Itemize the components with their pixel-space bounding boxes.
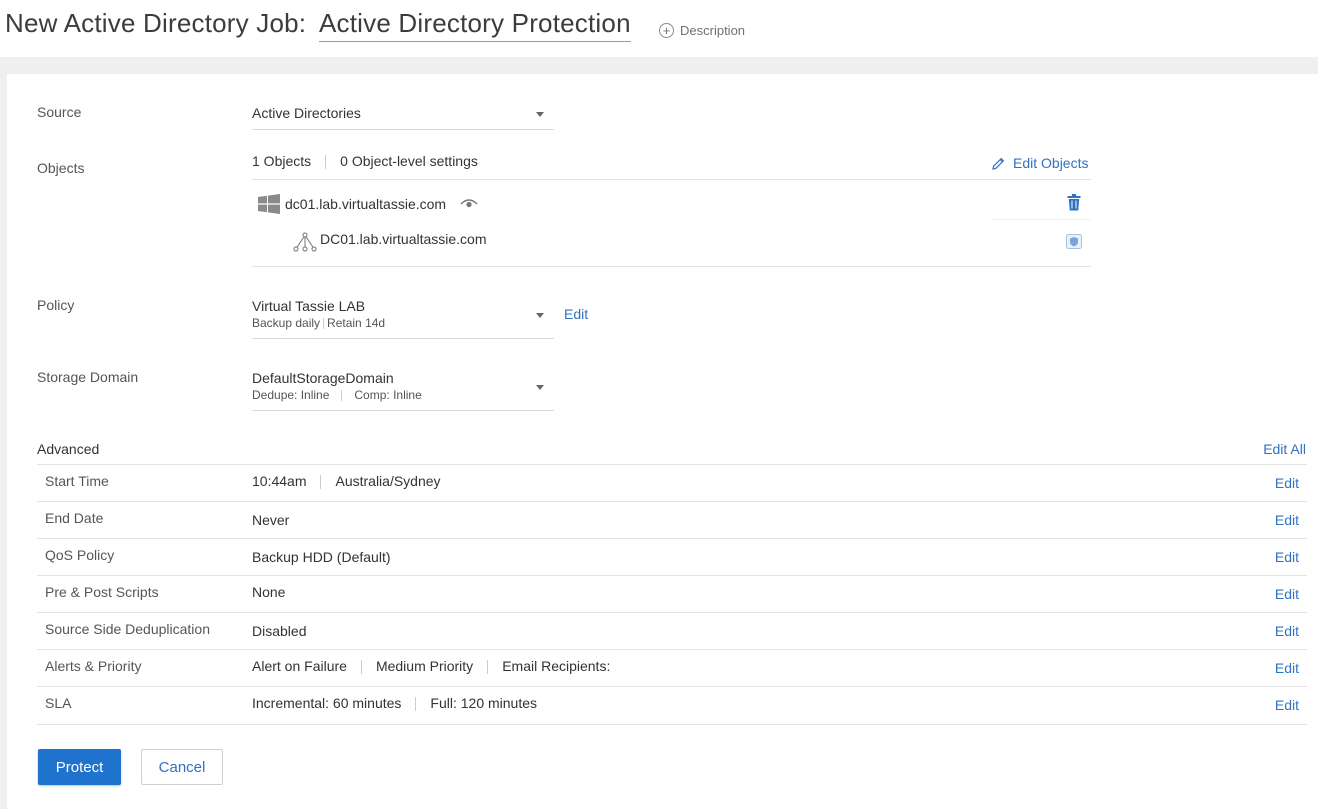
divider — [992, 219, 1091, 220]
edit-all-link[interactable]: Edit All — [1263, 441, 1306, 457]
row-label: Source Side Deduplication — [45, 621, 210, 637]
sla-value: Incremental: 60 minutes Full: 120 minutes — [252, 695, 538, 712]
object-settings-count: 0 Object-level settings — [340, 153, 478, 169]
advanced-row-qos-policy: QoS Policy Backup HDD (Default) Edit — [37, 538, 1307, 576]
row-label: SLA — [45, 695, 72, 711]
storage-domain-details: Dedupe: Inline Comp: Inline — [252, 388, 422, 402]
source-dedup-value: Disabled — [252, 623, 307, 639]
sla-full: Full: 120 minutes — [430, 695, 538, 711]
advanced-heading: Advanced — [37, 441, 100, 457]
source-dropdown[interactable]: Active Directories — [252, 96, 554, 130]
objects-count: 1 Objects — [252, 153, 312, 169]
alerts-value: Alert on Failure Medium Priority Email Rec… — [252, 658, 611, 675]
divider — [252, 266, 1091, 267]
divider — [320, 475, 322, 490]
pencil-icon — [992, 157, 1005, 170]
object-name-secondary: DC01.lab.virtualtassie.com — [320, 231, 487, 247]
chevron-down-icon — [536, 385, 544, 390]
domain-tree-icon — [293, 232, 317, 252]
divider — [360, 660, 362, 675]
storage-domain-dropdown[interactable]: DefaultStorageDomain Dedupe: Inline Comp:… — [252, 361, 554, 411]
end-date-value: Never — [252, 512, 290, 528]
windows-icon — [258, 194, 280, 214]
cancel-button[interactable]: Cancel — [141, 749, 223, 785]
row-label: Start Time — [45, 473, 109, 489]
storage-domain-name: DefaultStorageDomain — [252, 370, 394, 386]
edit-objects-label: Edit Objects — [1013, 155, 1089, 171]
storage-domain-label: Storage Domain — [37, 369, 139, 385]
policy-dropdown[interactable]: Virtual Tassie LAB Backup daily Retain 14… — [252, 289, 554, 339]
divider — [252, 179, 1091, 180]
job-form-panel: Source Active Directories Objects 1 Obje… — [7, 74, 1318, 809]
edit-objects-link[interactable]: Edit Objects — [992, 155, 1088, 171]
trash-icon[interactable] — [1067, 194, 1081, 211]
policy-details: Backup daily Retain 14d — [252, 316, 385, 330]
edit-policy-link[interactable]: Edit — [564, 306, 588, 322]
row-label: Alerts & Priority — [45, 658, 142, 674]
object-name-primary: dc01.lab.virtualtassie.com — [285, 196, 447, 212]
edit-alerts-link[interactable]: Edit — [1275, 660, 1299, 676]
policy-schedule: Backup daily — [252, 316, 321, 330]
qos-policy-value: Backup HDD (Default) — [252, 549, 391, 565]
page-header: New Active Directory Job: Active Directo… — [0, 0, 1318, 57]
alert-setting: Alert on Failure — [252, 658, 347, 674]
advanced-row-end-date: End Date Never Edit — [37, 501, 1307, 539]
dedupe-value: Dedupe: Inline — [252, 388, 330, 402]
row-label: End Date — [45, 510, 104, 526]
policy-label: Policy — [37, 297, 75, 313]
email-recipients: Email Recipients: — [502, 658, 611, 674]
source-label: Source — [37, 104, 82, 120]
scripts-value: None — [252, 584, 286, 600]
protect-button[interactable]: Protect — [38, 749, 121, 785]
timezone-value: Australia/Sydney — [335, 473, 441, 489]
divider — [415, 697, 417, 712]
comp-value: Comp: Inline — [354, 388, 422, 402]
plus-circle-icon: + — [659, 23, 674, 38]
edit-start-time-link[interactable]: Edit — [1275, 475, 1299, 491]
objects-summary: 1 Objects 0 Object-level settings — [252, 153, 478, 170]
add-description-button[interactable]: + Description — [659, 23, 745, 38]
start-time-value: 10:44am — [252, 473, 307, 489]
description-label: Description — [680, 23, 746, 38]
source-value: Active Directories — [252, 105, 361, 121]
divider — [341, 390, 343, 402]
row-label: QoS Policy — [45, 547, 115, 563]
priority-setting: Medium Priority — [375, 658, 474, 674]
page-title-prefix: New Active Directory Job: — [5, 8, 307, 38]
edit-sla-link[interactable]: Edit — [1275, 697, 1299, 713]
advanced-row-scripts: Pre & Post Scripts None Edit — [37, 575, 1307, 613]
divider — [487, 660, 489, 675]
eye-icon[interactable] — [460, 198, 478, 210]
divider — [325, 155, 327, 170]
advanced-row-alerts: Alerts & Priority Alert on Failure Medium… — [37, 649, 1307, 687]
sla-incremental: Incremental: 60 minutes — [252, 695, 402, 711]
edit-end-date-link[interactable]: Edit — [1275, 512, 1299, 528]
edit-qos-policy-link[interactable]: Edit — [1275, 549, 1299, 565]
row-label: Pre & Post Scripts — [45, 584, 159, 600]
advanced-row-source-dedup: Source Side Deduplication Disabled Edit — [37, 612, 1307, 650]
row-value: 10:44am Australia/Sydney — [252, 473, 441, 490]
policy-name: Virtual Tassie LAB — [252, 298, 366, 314]
advanced-row-sla: SLA Incremental: 60 minutes Full: 120 min… — [37, 686, 1307, 725]
policy-retention: Retain 14d — [327, 316, 386, 330]
divider — [323, 318, 325, 330]
job-name-input[interactable]: Active Directory Protection — [319, 8, 631, 42]
edit-source-dedup-link[interactable]: Edit — [1275, 623, 1299, 639]
objects-label: Objects — [37, 160, 85, 176]
advanced-row-start-time: Start Time 10:44am Australia/Sydney Edit — [37, 464, 1307, 502]
shield-settings-icon[interactable] — [1066, 234, 1082, 249]
edit-scripts-link[interactable]: Edit — [1275, 586, 1299, 602]
chevron-down-icon — [536, 112, 544, 117]
chevron-down-icon — [536, 313, 544, 318]
